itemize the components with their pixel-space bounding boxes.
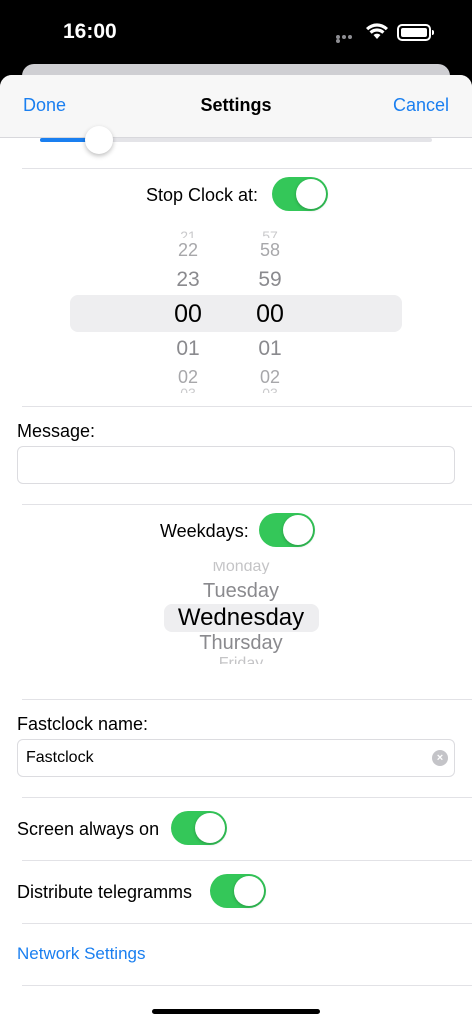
distribute-telegramms-label: Distribute telegramms bbox=[17, 882, 193, 902]
wheel-item: 01 bbox=[176, 337, 200, 360]
wheel-item-selected: Wednesday bbox=[177, 604, 305, 631]
wheel-item: 59 bbox=[258, 268, 282, 291]
wheel-item: 57 bbox=[262, 228, 278, 238]
minute-wheel[interactable]: 57 58 59 00 01 02 03 bbox=[242, 228, 298, 393]
divider bbox=[22, 504, 472, 505]
time-picker-selection bbox=[70, 295, 402, 332]
status-bar: 16:00 bbox=[0, 0, 472, 64]
divider bbox=[22, 923, 472, 924]
wheel-item: Thursday bbox=[199, 632, 283, 654]
clear-text-icon[interactable]: × bbox=[432, 750, 448, 766]
weekdays-toggle[interactable] bbox=[259, 513, 315, 547]
divider bbox=[22, 699, 472, 700]
screen-always-on-label: Screen always on bbox=[17, 819, 160, 839]
speed-slider[interactable] bbox=[40, 126, 432, 154]
fastclock-name-input[interactable] bbox=[17, 739, 455, 777]
weekdays-label: Weekdays: bbox=[160, 521, 249, 541]
divider bbox=[22, 797, 472, 798]
stop-clock-toggle[interactable] bbox=[272, 177, 328, 211]
stop-clock-label: Stop Clock at: bbox=[146, 185, 259, 205]
cancel-button[interactable]: Cancel bbox=[393, 95, 449, 116]
status-time: 16:00 bbox=[63, 20, 117, 43]
message-label: Message: bbox=[17, 421, 96, 441]
wifi-icon bbox=[366, 23, 388, 39]
wheel-item: 23 bbox=[176, 268, 200, 291]
fastclock-name-label: Fastclock name: bbox=[17, 714, 149, 734]
divider bbox=[22, 168, 472, 169]
divider bbox=[22, 406, 472, 407]
screen-always-on-toggle[interactable] bbox=[171, 811, 227, 845]
wheel-item-selected: 00 bbox=[174, 300, 202, 328]
network-settings-link[interactable]: Network Settings bbox=[17, 944, 146, 964]
distribute-telegramms-toggle[interactable] bbox=[210, 874, 266, 908]
divider bbox=[22, 985, 472, 986]
wheel-item: 03 bbox=[262, 385, 278, 393]
settings-sheet: Done Settings Cancel Stop Clock at: 21 2… bbox=[0, 75, 472, 1024]
wheel-item: 22 bbox=[177, 240, 199, 260]
slider-thumb[interactable] bbox=[84, 126, 113, 154]
cellular-signal-icon bbox=[336, 35, 358, 43]
message-input[interactable] bbox=[17, 446, 455, 484]
battery-icon bbox=[397, 24, 434, 41]
wheel-item: 58 bbox=[259, 240, 281, 260]
wheel-item: 21 bbox=[180, 228, 196, 238]
wheel-item: 03 bbox=[180, 385, 196, 393]
hour-wheel[interactable]: 21 22 23 00 01 02 03 bbox=[160, 228, 216, 393]
wheel-item: 01 bbox=[258, 337, 282, 360]
weekday-wheel[interactable]: Monday Tuesday Wednesday Thursday Friday bbox=[120, 562, 362, 667]
wheel-item: Friday bbox=[218, 655, 264, 664]
wheel-item: Monday bbox=[212, 562, 270, 574]
wheel-item: Tuesday bbox=[203, 580, 279, 602]
wheel-item-selected: 00 bbox=[256, 300, 284, 328]
navigation-bar: Done Settings Cancel bbox=[0, 75, 472, 138]
divider bbox=[22, 860, 472, 861]
home-indicator[interactable] bbox=[152, 1009, 320, 1014]
